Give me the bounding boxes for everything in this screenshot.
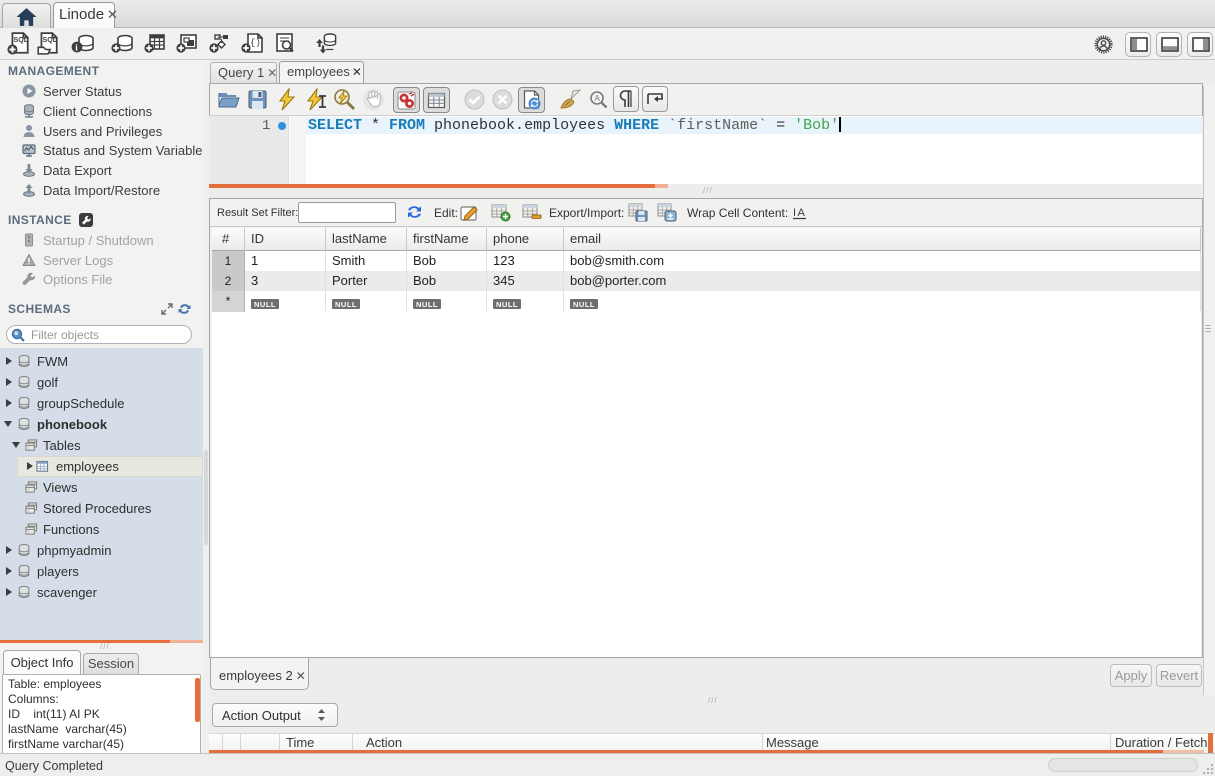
svg-text:A: A — [595, 94, 601, 103]
svg-text:A: A — [798, 207, 806, 219]
svg-text:{): {) — [250, 38, 261, 48]
svg-text:I: I — [793, 207, 796, 219]
svg-text:SQL: SQL — [14, 36, 29, 44]
svg-text:SQL: SQL — [43, 36, 58, 44]
